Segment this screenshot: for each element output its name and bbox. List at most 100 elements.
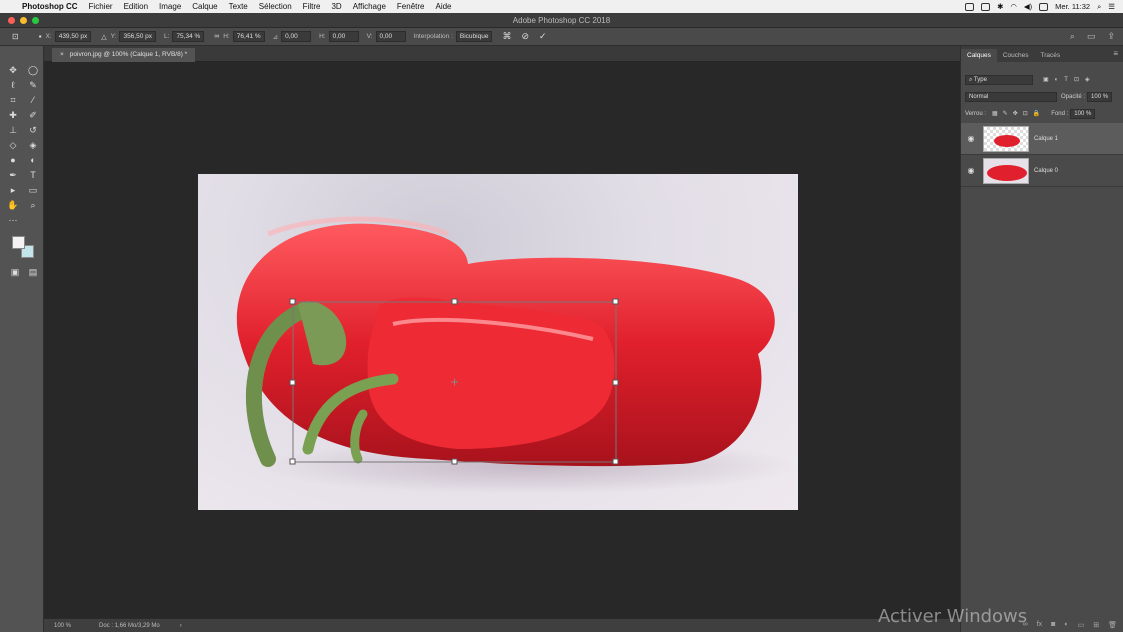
layer-filter-search[interactable]: ⌕ Type: [965, 74, 1033, 85]
menu-affichage[interactable]: Affichage: [353, 2, 386, 11]
lasso-tool-icon[interactable]: ℓ: [6, 79, 20, 91]
reference-point-icon[interactable]: ▪: [39, 32, 42, 41]
clock[interactable]: Mer. 11:32: [1055, 2, 1090, 11]
foreground-color-swatch[interactable]: [12, 236, 25, 249]
battery-icon[interactable]: [1039, 2, 1049, 11]
stamp-tool-icon[interactable]: ⊥: [6, 124, 20, 136]
spotlight-icon[interactable]: ⌕: [1097, 2, 1101, 12]
transform-handle: [289, 298, 296, 305]
menu-image[interactable]: Image: [159, 2, 181, 11]
wifi-icon[interactable]: ◠: [1010, 2, 1017, 11]
tab-couches[interactable]: Couches: [997, 49, 1035, 62]
move-tool-icon[interactable]: ✥: [6, 64, 20, 76]
brush-tool-icon[interactable]: ✐: [26, 109, 40, 121]
warp-icon[interactable]: ⌘: [502, 31, 511, 42]
menu-selection[interactable]: Sélection: [259, 2, 292, 11]
tab-traces[interactable]: Tracés: [1035, 49, 1067, 62]
zoom-window-button[interactable]: [32, 17, 39, 24]
adjustment-layer-icon[interactable]: ◐: [1064, 621, 1068, 629]
layer-row-calque-0[interactable]: ◉ Calque 0: [961, 155, 1123, 187]
menu-texte[interactable]: Texte: [229, 2, 248, 11]
shape-tool-icon[interactable]: ▭: [26, 184, 40, 196]
lock-label: Verrou :: [965, 110, 987, 117]
x-field[interactable]: 439,50 px: [54, 31, 92, 42]
lock-icons[interactable]: ▦✎✥⊡🔒: [992, 110, 1045, 117]
more-tools-icon[interactable]: ⋯: [6, 214, 20, 226]
type-tool-icon[interactable]: T: [26, 169, 40, 181]
angle-field[interactable]: 0,00: [281, 31, 312, 42]
bucket-tool-icon[interactable]: ◈: [26, 139, 40, 151]
marquee-tool-icon[interactable]: ◯: [26, 64, 40, 76]
delta-icon[interactable]: △: [101, 33, 106, 41]
menu-fichier[interactable]: Fichier: [89, 2, 113, 11]
layer-style-icon[interactable]: fx: [1037, 621, 1042, 629]
cancel-transform-icon[interactable]: ⊘: [521, 31, 529, 42]
notifications-icon[interactable]: ☰: [1108, 2, 1115, 11]
eyedropper-tool-icon[interactable]: ⁄: [26, 94, 40, 106]
healing-tool-icon[interactable]: ✚: [6, 109, 20, 121]
tab-close-icon[interactable]: ×: [60, 48, 64, 62]
hskew-field[interactable]: 0,00: [328, 31, 359, 42]
canvas-area[interactable]: [44, 62, 960, 618]
minimize-window-button[interactable]: [20, 17, 27, 24]
layer-name[interactable]: Calque 1: [1034, 136, 1058, 142]
hand-tool-icon[interactable]: ✋: [6, 199, 20, 211]
menu-fenetre[interactable]: Fenêtre: [397, 2, 425, 11]
close-window-button[interactable]: [8, 17, 15, 24]
app-menu[interactable]: Photoshop CC: [22, 2, 78, 11]
quick-mask-icon[interactable]: ▣: [8, 266, 22, 278]
add-mask-icon[interactable]: ◙: [1051, 621, 1055, 629]
new-layer-icon[interactable]: ⊞: [1093, 621, 1099, 629]
hskew-label: H:: [319, 33, 326, 40]
share-icon[interactable]: ⇪: [1107, 31, 1115, 42]
interpolation-select[interactable]: Bicubique: [455, 31, 493, 42]
menu-filtre[interactable]: Filtre: [303, 2, 321, 11]
fill-label: Fond :: [1051, 110, 1069, 117]
path-selection-tool-icon[interactable]: ▸: [6, 184, 20, 196]
layer-filter-placeholder: Type: [973, 76, 987, 83]
tab-calques[interactable]: Calques: [961, 49, 997, 62]
link-icon[interactable]: ∞: [214, 33, 219, 40]
width-field[interactable]: 75,34 %: [172, 31, 205, 42]
panel-menu-icon[interactable]: ≡: [1113, 49, 1118, 58]
document-tab[interactable]: × poivron.jpg @ 100% (Calque 1, RVB/8) *: [52, 48, 196, 62]
screen-icon[interactable]: [981, 2, 991, 11]
status-menu-arrow[interactable]: ›: [180, 623, 182, 629]
crop-tool-icon[interactable]: ⌗: [6, 94, 20, 106]
search-icon[interactable]: ⌕: [1070, 31, 1075, 42]
menu-calque[interactable]: Calque: [192, 2, 217, 11]
zoom-level[interactable]: 100 %: [54, 623, 84, 629]
pen-tool-icon[interactable]: ✒: [6, 169, 20, 181]
zoom-tool-icon[interactable]: ⌕: [26, 199, 40, 211]
document-image[interactable]: [198, 174, 798, 510]
blend-mode-select[interactable]: Normal: [965, 91, 1057, 102]
layer-row-calque-1[interactable]: ◉ Calque 1: [961, 123, 1123, 155]
transform-tool-icon[interactable]: ⊡: [12, 32, 19, 41]
menu-3d[interactable]: 3D: [331, 2, 341, 11]
history-brush-tool-icon[interactable]: ↺: [26, 124, 40, 136]
menu-aide[interactable]: Aide: [435, 2, 451, 11]
menu-edition[interactable]: Edition: [124, 2, 148, 11]
new-group-icon[interactable]: ▭: [1078, 621, 1085, 629]
volume-icon[interactable]: ◀): [1024, 2, 1032, 11]
visibility-eye-icon[interactable]: ◉: [961, 134, 981, 143]
workspace-icon[interactable]: ▭: [1087, 31, 1096, 42]
bluetooth-icon[interactable]: ✱: [997, 2, 1003, 11]
screen-mode-icon[interactable]: ▤: [26, 266, 40, 278]
height-field[interactable]: 76,41 %: [232, 31, 265, 42]
filter-icons[interactable]: ▣◐T⊡◈: [1043, 76, 1096, 83]
eraser-tool-icon[interactable]: ◇: [6, 139, 20, 151]
opacity-field[interactable]: 100 %: [1087, 91, 1113, 102]
blur-tool-icon[interactable]: ●: [6, 154, 20, 166]
dodge-tool-icon[interactable]: ◐: [26, 154, 40, 166]
vskew-field[interactable]: 0,00: [375, 31, 406, 42]
visibility-eye-icon[interactable]: ◉: [961, 166, 981, 175]
display-icon[interactable]: [965, 2, 975, 11]
commit-transform-icon[interactable]: ✓: [539, 31, 547, 42]
quick-selection-tool-icon[interactable]: ✎: [26, 79, 40, 91]
layer-name[interactable]: Calque 0: [1034, 168, 1058, 174]
y-field[interactable]: 356,50 px: [119, 31, 157, 42]
delete-layer-icon[interactable]: 🗑: [1108, 621, 1117, 629]
options-bar: ⊡ ▪ X: 439,50 px △ Y: 356,50 px L: 75,34 % …: [0, 28, 1123, 46]
fill-field[interactable]: 100 %: [1070, 108, 1096, 119]
